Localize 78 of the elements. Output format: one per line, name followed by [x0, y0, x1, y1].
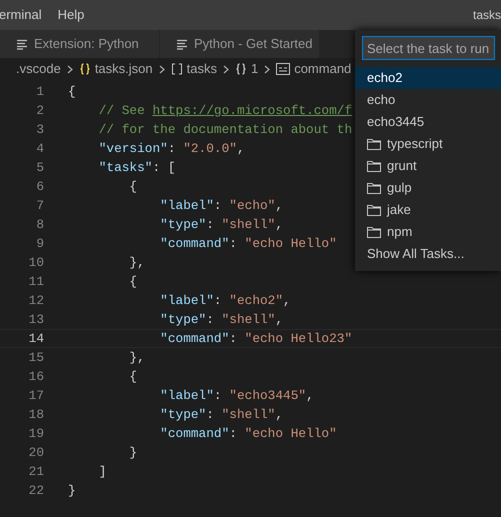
chevron-icon — [264, 64, 270, 74]
text-field-icon — [276, 63, 290, 75]
quick-pick-item[interactable]: grunt — [355, 154, 501, 176]
code-line: "command": "echo Hello23" — [159, 330, 352, 348]
code-line: ] — [98, 462, 106, 481]
breadcrumb-item[interactable]: command — [294, 59, 352, 79]
chevron-icon — [158, 64, 165, 74]
search-field[interactable]: Select the task to run — [362, 36, 495, 60]
line-number: 15 — [28, 348, 44, 367]
code-line: { — [128, 178, 138, 196]
quick-pick-item[interactable]: echo2 — [355, 66, 501, 88]
code-line: // for the documentation about th — [98, 120, 352, 139]
line-number: 5 — [35, 158, 44, 177]
folder-icon — [367, 226, 381, 238]
line-number: 17 — [28, 386, 44, 405]
breadcrumb-item[interactable]: tasks — [186, 59, 217, 79]
line-number: 1 — [35, 82, 44, 101]
breadcrumb-item[interactable]: 1 — [250, 59, 258, 79]
line-number: 14 — [28, 330, 44, 348]
code-line: "command": "echo Hello" — [159, 234, 337, 253]
code-line: "type": "shell", — [159, 216, 284, 234]
line-number: 21 — [28, 462, 44, 481]
code-line: "type": "shell", — [159, 406, 284, 424]
code-line: "label": "echo", — [159, 196, 284, 215]
folder-icon — [367, 204, 381, 216]
menu-item[interactable]: Help — [58, 5, 84, 25]
line-number: 6 — [35, 178, 44, 196]
line-number: 7 — [35, 196, 44, 215]
quick-pick-item[interactable]: Show All Tasks... — [355, 242, 501, 264]
code-line: { — [68, 82, 76, 101]
quick-pick-item[interactable]: typescript — [355, 132, 501, 154]
braces-icon — [234, 63, 247, 75]
line-number: 16 — [28, 368, 44, 386]
line-number: 8 — [35, 216, 44, 234]
braces-icon — [78, 63, 91, 75]
code-line: } — [68, 482, 76, 500]
breadcrumb-item[interactable]: tasks.json — [94, 59, 153, 79]
quick-pick-item[interactable]: echo — [355, 88, 501, 110]
line-number: 10 — [28, 254, 44, 272]
code-line: "command": "echo Hello" — [159, 424, 337, 443]
line-number: 20 — [28, 444, 44, 462]
editor-tab[interactable]: Extension: Python — [0, 30, 160, 58]
code-line: }, — [128, 254, 145, 272]
code-line: { — [128, 272, 138, 291]
code-line: "label": "echo2", — [159, 292, 291, 310]
code-line: "tasks": [ — [98, 158, 176, 177]
quick-pick-item[interactable]: echo3445 — [355, 110, 501, 132]
quick-pick-item[interactable]: jake — [355, 198, 501, 220]
code-line: "version": "2.0.0", — [98, 140, 245, 158]
chevron-icon — [66, 64, 73, 74]
quick-pick-item[interactable]: gulp — [355, 176, 501, 198]
folder-icon — [367, 160, 381, 172]
line-number: 12 — [28, 292, 44, 310]
quick-pick-item[interactable]: npm — [355, 220, 501, 242]
chevron-icon — [222, 64, 229, 74]
line-number: 22 — [28, 482, 44, 500]
code-line: "type": "shell", — [159, 310, 284, 329]
folder-icon — [367, 138, 381, 150]
code-line: { — [128, 368, 138, 386]
code-line: "label": "echo3445", — [159, 386, 314, 405]
brackets-icon — [170, 63, 183, 75]
line-number: 4 — [35, 140, 44, 158]
breadcrumb-item[interactable]: .vscode — [16, 59, 61, 79]
lines-icon — [16, 38, 28, 50]
line-number: 9 — [35, 234, 44, 253]
line-number: 19 — [28, 424, 44, 443]
line-number: 11 — [28, 272, 44, 291]
lines-icon — [176, 38, 188, 50]
line-number: 13 — [28, 310, 44, 329]
code-line: }, — [128, 348, 145, 367]
window-title: tasks — [472, 7, 501, 24]
line-number: 2 — [35, 102, 44, 120]
line-number: 18 — [28, 406, 44, 424]
folder-icon — [367, 182, 381, 194]
line-number: 3 — [35, 120, 44, 139]
code-line: } — [128, 444, 138, 462]
code-line: // See https://go.microsoft.com/f — [98, 102, 352, 120]
editor-tab[interactable]: Python - Get Started — [160, 30, 320, 58]
